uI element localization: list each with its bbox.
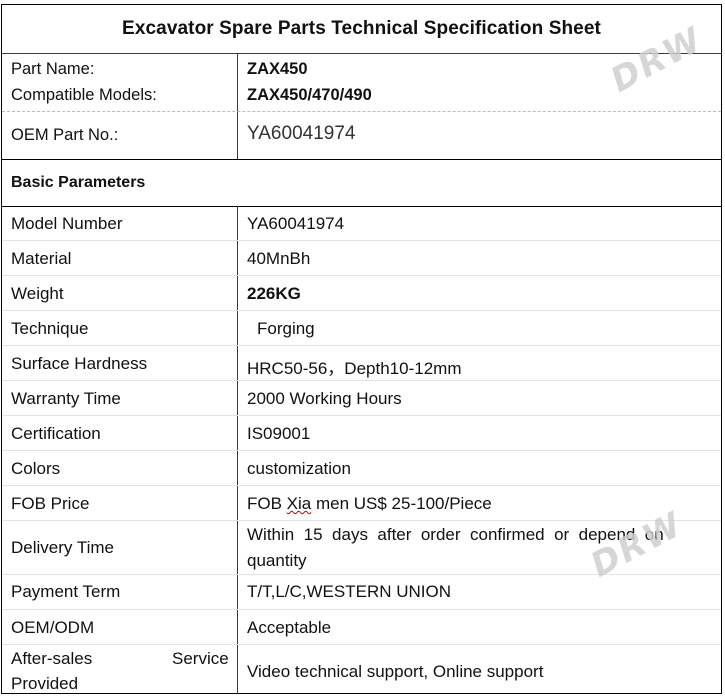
row-value: customization — [247, 459, 351, 478]
row-value: IS09001 — [247, 424, 311, 443]
oem-part-label: OEM Part No.: — [11, 126, 119, 144]
fob-marked-word: Xia — [286, 494, 312, 513]
table-row: Colors customization — [2, 451, 721, 486]
spec-sheet: Excavator Spare Parts Technical Specific… — [1, 4, 722, 694]
row-label: FOB Price — [11, 494, 90, 513]
table-row: Material 40MnBh — [2, 241, 721, 276]
row-label: Weight — [11, 284, 64, 303]
row-label: Surface Hardness — [11, 354, 148, 373]
row-value: FOB Xia men US$ 25-100/Piece — [247, 494, 492, 514]
row-label: Certification — [11, 424, 101, 443]
row-value: Video technical support, Online support — [247, 662, 544, 681]
row-label: Model Number — [11, 214, 123, 233]
row-value: 40MnBh — [247, 249, 311, 268]
table-row: Technique Forging — [2, 311, 721, 346]
section-title: Basic Parameters — [11, 174, 146, 191]
row-label: OEM/ODM — [11, 618, 95, 637]
oem-part-value: YA60041974 — [247, 123, 356, 144]
row-value: 226KG — [247, 284, 301, 303]
row-label-right: Service — [172, 649, 229, 668]
compatible-models-value: ZAX450/470/490 — [247, 86, 372, 104]
row-value-line2: quantity — [247, 551, 307, 570]
table-row: Model Number YA60041974 — [2, 206, 721, 241]
row-value: 2000 Working Hours — [247, 389, 402, 408]
row-value: YA60041974 — [247, 214, 345, 233]
table-row: After-sales Service Provided Video techn… — [2, 645, 721, 694]
row-label-left: After-sales — [11, 649, 93, 668]
sheet-title: Excavator Spare Parts Technical Specific… — [2, 5, 721, 54]
part-name-value: ZAX450 — [247, 60, 308, 78]
row-label: Payment Term — [11, 582, 121, 601]
table-row: FOB Price FOB Xia men US$ 25-100/Piece — [2, 486, 721, 521]
row-label: Warranty Time — [11, 389, 121, 408]
table-row: OEM/ODM Acceptable — [2, 610, 721, 645]
row-value: T/T,L/C,WESTERN UNION — [247, 582, 452, 601]
compatible-models-label: Compatible Models: — [11, 86, 157, 104]
row-value: Forging — [257, 319, 315, 338]
row-value: Acceptable — [247, 618, 332, 637]
part-name-label: Part Name: — [11, 60, 95, 78]
row-label: Technique — [11, 319, 89, 338]
row-divider — [2, 111, 721, 112]
table-row: Certification IS09001 — [2, 416, 721, 451]
fob-prefix: FOB — [247, 494, 287, 513]
column-divider — [237, 53, 238, 159]
row-label: Delivery Time — [11, 538, 114, 557]
table-row: Surface Hardness HRC50-56，Depth10-12mm — [2, 346, 721, 381]
table-row: Warranty Time 2000 Working Hours — [2, 381, 721, 416]
fob-suffix: men US$ 25-100/Piece — [311, 494, 492, 513]
row-label-line2: Provided — [11, 674, 79, 693]
row-label: Material — [11, 249, 72, 268]
row-label: Colors — [11, 459, 61, 478]
row-value: HRC50-56，Depth10-12mm — [247, 359, 462, 378]
table-row: Weight 226KG — [2, 276, 721, 311]
section-header: Basic Parameters — [2, 160, 721, 207]
